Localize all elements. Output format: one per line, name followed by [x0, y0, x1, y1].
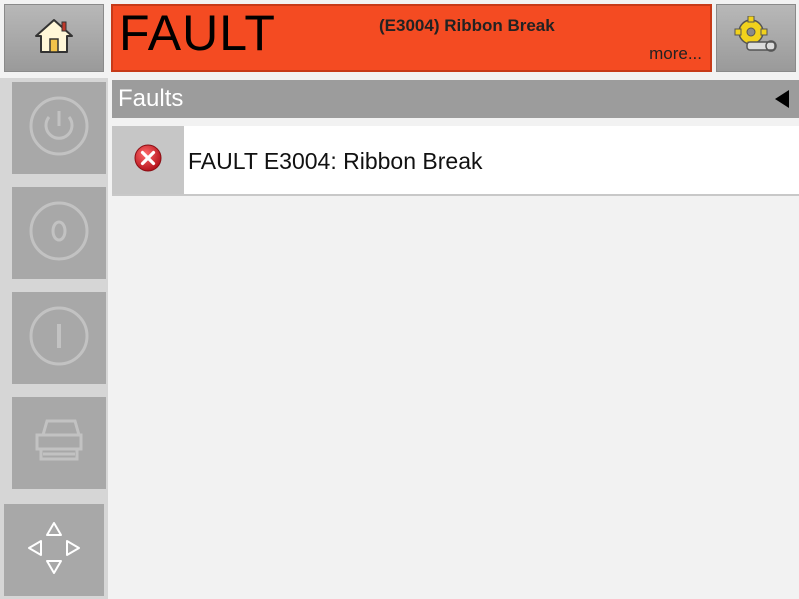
stop-button[interactable] — [12, 187, 106, 279]
home-icon — [34, 17, 74, 60]
fault-status-banner[interactable]: FAULT (E3004) Ribbon Break more... — [111, 4, 712, 72]
print-button[interactable] — [12, 397, 106, 489]
collapse-arrow-icon[interactable] — [775, 90, 789, 108]
status-message: (E3004) Ribbon Break — [379, 16, 555, 35]
fault-label: FAULT E3004: Ribbon Break — [188, 148, 483, 174]
fault-icon-cell — [112, 126, 184, 194]
start-icon — [24, 301, 94, 376]
error-x-icon — [133, 143, 163, 178]
power-button[interactable] — [12, 82, 106, 174]
power-icon — [24, 91, 94, 166]
stop-icon — [24, 196, 94, 271]
settings-gear-icon — [733, 15, 779, 61]
panel-title: Faults — [118, 85, 184, 112]
printer-icon — [29, 413, 89, 474]
side-panel — [0, 78, 108, 599]
navigation-arrows-icon — [19, 513, 89, 588]
faults-panel-header[interactable]: Faults — [112, 80, 799, 118]
status-title: FAULT — [119, 5, 276, 61]
home-button[interactable] — [4, 4, 104, 72]
main-content: Faults FAULT E3004: Ribbon Break — [112, 80, 799, 599]
fault-list-item[interactable]: FAULT E3004: Ribbon Break — [112, 126, 799, 196]
printer-control-screen: FAULT (E3004) Ribbon Break more... Fault… — [0, 0, 799, 599]
start-button[interactable] — [12, 292, 106, 384]
settings-button[interactable] — [716, 4, 796, 72]
navigation-button[interactable] — [4, 504, 104, 596]
status-more-link[interactable]: more... — [649, 44, 702, 64]
